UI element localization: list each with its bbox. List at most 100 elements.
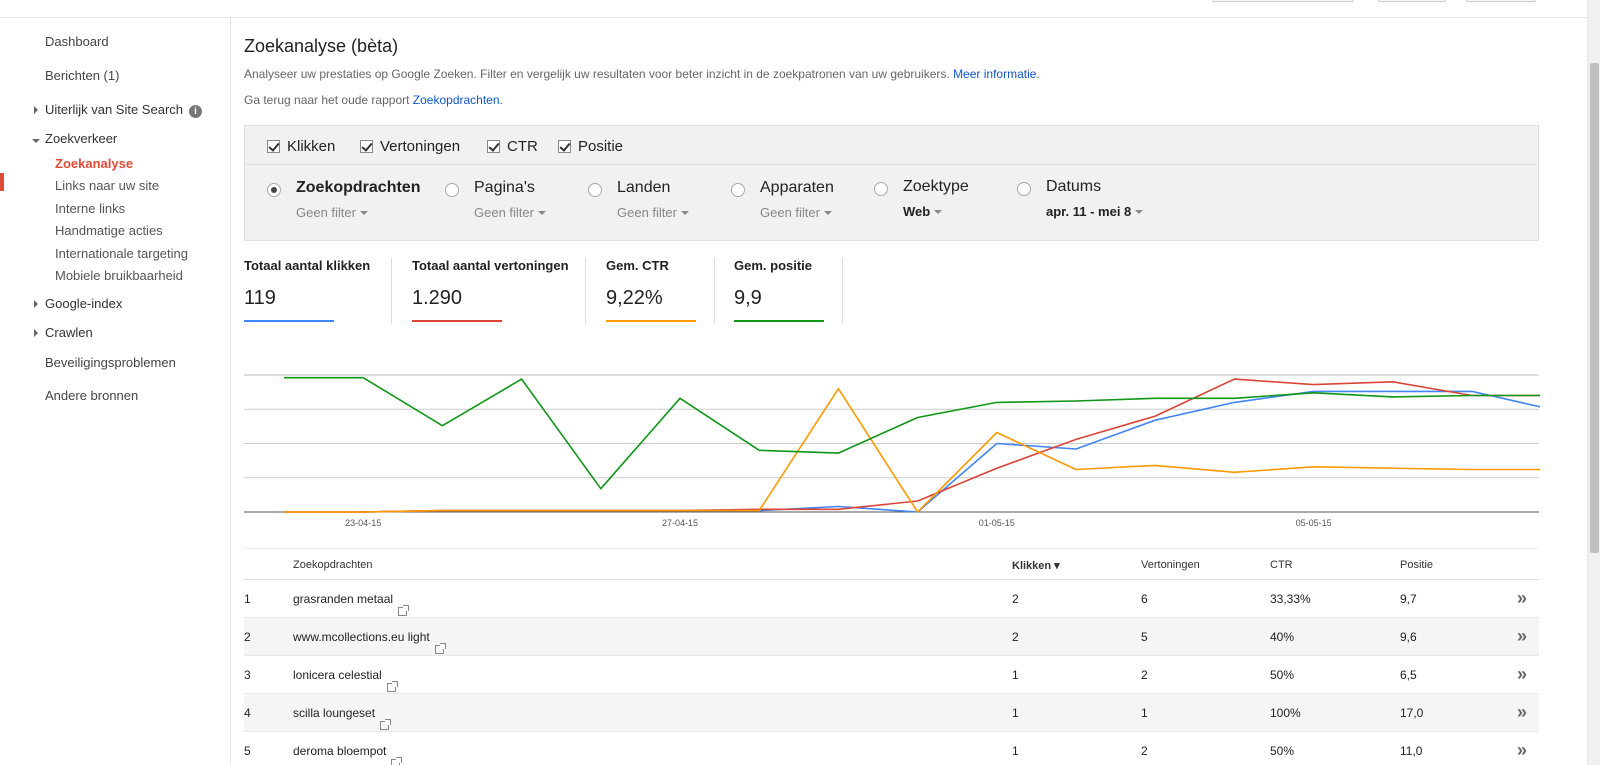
clicks-cell-text: 2 — [1012, 592, 1019, 606]
impressions-cell: 2 — [1141, 744, 1148, 758]
checkbox-label: Klikken — [287, 138, 336, 155]
sidebar-item-interne-links[interactable]: Interne links — [55, 201, 125, 216]
query-cell-text: deroma bloempot — [293, 744, 387, 758]
collapse-icon[interactable] — [32, 139, 40, 143]
divider — [391, 258, 392, 324]
ctr-cell: 50% — [1270, 744, 1294, 758]
row-expand-icon[interactable]: » — [1517, 740, 1527, 761]
sidebar-item-internationale-targeting[interactable]: Internationale targeting — [55, 246, 188, 261]
row-expand-icon[interactable]: » — [1517, 588, 1527, 609]
table-row[interactable]: 1 grasranden metaal 2 6 33,33% 9,7 » — [244, 580, 1539, 618]
filter-dropdown[interactable]: apr. 11 - mei 8 — [1046, 204, 1144, 219]
position-cell: 9,6 — [1400, 630, 1417, 644]
x-tick-label: 23-04-15 — [345, 518, 381, 528]
row-number: 4 — [244, 706, 251, 720]
radio-label: Zoektype — [903, 178, 969, 195]
top-button-1[interactable] — [1212, 0, 1354, 2]
sidebar-item-uiterlijk[interactable]: Uiterlijk van Site Search i — [45, 102, 202, 118]
sidebar-item-dashboard[interactable]: Dashboard — [45, 34, 109, 49]
table-row[interactable]: 4 scilla loungeset 1 1 100% 17,0 » — [244, 694, 1539, 732]
impressions-cell-text: 6 — [1141, 592, 1148, 606]
ctr-cell-text: 40% — [1270, 630, 1295, 644]
sidebar-item-handmatige-acties[interactable]: Handmatige acties — [55, 223, 163, 238]
external-link-icon[interactable] — [386, 681, 398, 692]
external-link-icon[interactable] — [398, 605, 410, 616]
performance-chart[interactable]: 23-04-15 27-04-15 01-05-15 05-05-15 — [244, 358, 1540, 538]
x-tick-label: 01-05-15 — [979, 518, 1015, 528]
total-value: 119 — [244, 287, 276, 309]
filter-dropdown[interactable]: Web — [903, 204, 943, 219]
checkbox-label: Positie — [578, 138, 624, 155]
query-cell[interactable]: grasranden metaal — [293, 592, 410, 616]
sidebar-item-links[interactable]: Links naar uw site — [55, 178, 159, 193]
divider — [585, 258, 586, 324]
checkbox-vertoningen[interactable]: Vertoningen — [360, 138, 460, 155]
filter-value: Geen filter — [617, 205, 677, 220]
info-icon[interactable]: i — [189, 105, 202, 118]
sidebar-item-andere-bronnen[interactable]: Andere bronnen — [45, 388, 138, 403]
column-header-clicks[interactable]: Klikken ▾ — [1012, 559, 1060, 572]
caret-down-icon — [934, 210, 943, 214]
radio-icon — [731, 183, 745, 197]
position-cell-text: 9,6 — [1400, 630, 1417, 644]
external-link-icon[interactable] — [380, 719, 392, 730]
filter-value: Geen filter — [474, 205, 534, 220]
sidebar-item-beveiligingsproblemen[interactable]: Beveiligingsproblemen — [45, 355, 176, 370]
checkbox-positie[interactable]: Positie — [558, 138, 623, 155]
sidebar-item-berichten[interactable]: Berichten (1) — [45, 68, 119, 83]
table-row[interactable]: 3 lonicera celestial 1 2 50% 6,5 » — [244, 656, 1539, 694]
position-cell-text: 9,7 — [1400, 592, 1417, 606]
row-expand-icon[interactable]: » — [1517, 702, 1527, 723]
top-button-3[interactable] — [1466, 0, 1536, 2]
query-cell[interactable]: www.mcollections.eu light — [293, 630, 446, 654]
checkbox-klikken[interactable]: Klikken — [267, 138, 335, 155]
sidebar-item-google-index[interactable]: Google-index — [45, 296, 122, 311]
table-row[interactable]: 5 deroma bloempot 1 2 50% 11,0 » — [244, 732, 1539, 765]
scrollbar[interactable] — [1587, 0, 1600, 765]
description-text: Analyseer uw prestaties op Google Zoeken… — [244, 67, 950, 81]
row-expand-icon[interactable]: » — [1517, 664, 1527, 685]
row-number-text: 4 — [244, 706, 251, 720]
filter-dropdown[interactable]: Geen filter — [474, 205, 546, 220]
checkbox-ctr[interactable]: CTR — [487, 138, 538, 155]
column-header-position[interactable]: Positie — [1400, 559, 1433, 571]
filter-dropdown[interactable]: Geen filter — [296, 205, 368, 220]
total-positie: Gem. positie 9,9 — [734, 258, 824, 322]
sidebar-item-mobiele-bruikbaarheid[interactable]: Mobiele bruikbaarheid — [55, 268, 183, 283]
scroll-thumb[interactable] — [1590, 63, 1599, 553]
filter-value: apr. 11 - mei 8 — [1046, 204, 1132, 219]
series-color-line — [734, 320, 824, 322]
sidebar-item-zoekverkeer[interactable]: Zoekverkeer — [45, 131, 117, 146]
filter-dropdown[interactable]: Geen filter — [760, 205, 832, 220]
checkbox-checked-icon — [267, 140, 280, 153]
column-header-ctr[interactable]: CTR — [1270, 559, 1293, 571]
radio-label: Pagina's — [474, 179, 535, 196]
queries-table: Zoekopdrachten Klikken ▾ Vertoningen CTR… — [244, 548, 1539, 765]
more-info-link[interactable]: Meer informatie. — [953, 67, 1040, 81]
row-number-text: 5 — [244, 744, 251, 758]
expand-icon[interactable] — [34, 300, 38, 308]
filter-dropdown[interactable]: Geen filter — [617, 205, 689, 220]
query-cell[interactable]: scilla loungeset — [293, 706, 392, 730]
total-label: Totaal aantal vertoningen — [412, 258, 569, 273]
query-cell[interactable]: lonicera celestial — [293, 668, 398, 692]
ctr-cell-text: 50% — [1270, 744, 1295, 758]
query-cell[interactable]: deroma bloempot — [293, 744, 403, 765]
row-expand-icon[interactable]: » — [1517, 626, 1527, 647]
radio-icon — [588, 183, 602, 197]
old-report-link[interactable]: Zoekopdrachten. — [413, 93, 503, 107]
external-link-icon[interactable] — [391, 757, 403, 765]
sidebar-item-crawlen[interactable]: Crawlen — [45, 325, 93, 340]
sidebar-item-zoekanalyse[interactable]: Zoekanalyse — [55, 156, 133, 171]
expand-icon[interactable] — [34, 329, 38, 337]
expand-icon[interactable] — [34, 106, 38, 114]
series-color-line — [606, 320, 696, 322]
top-button-2[interactable] — [1378, 0, 1446, 2]
column-header-query[interactable]: Zoekopdrachten — [293, 559, 373, 571]
clicks-cell: 1 — [1012, 744, 1019, 758]
column-header-impressions[interactable]: Vertoningen — [1141, 559, 1200, 571]
metric-selector: Klikken Vertoningen CTR Positie — [244, 125, 1539, 165]
table-row[interactable]: 2 www.mcollections.eu light 2 5 40% 9,6 » — [244, 618, 1539, 656]
radio-label: Datums — [1046, 178, 1102, 195]
external-link-icon[interactable] — [434, 643, 446, 654]
